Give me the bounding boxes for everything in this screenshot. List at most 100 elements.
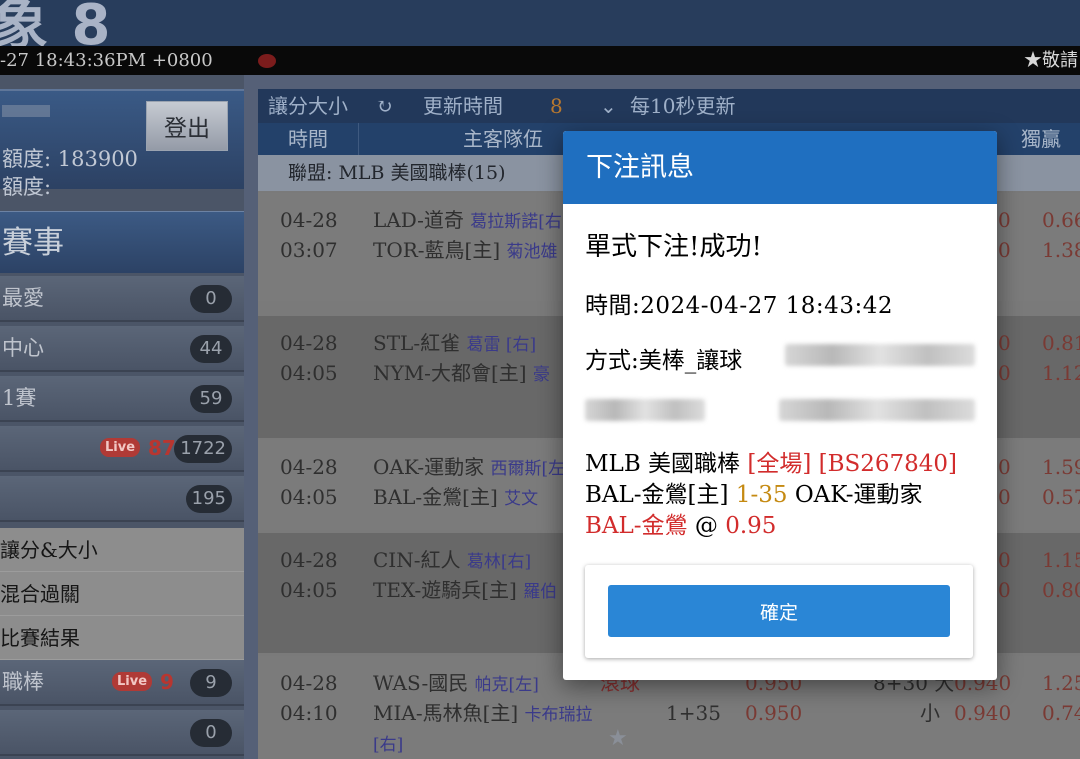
app-root: { "header": {"logo_text": "象 8"}, "timeb…: [0, 0, 1080, 759]
bet-method: 方式:美棒_讓球: [585, 348, 743, 374]
credit-line: 額度: 183900: [2, 147, 138, 171]
moneyline-odd[interactable]: 0.74: [1042, 698, 1080, 728]
count-badge: 1722: [174, 435, 232, 463]
moneyline-odd[interactable]: 0.66: [1042, 205, 1080, 235]
home-team: BAL-金鶯[主] 艾文: [373, 485, 539, 509]
detail-home: BAL-金鶯[主]: [585, 482, 729, 508]
redacted-info: [785, 344, 975, 366]
dialog-title: 下注訊息: [563, 131, 997, 204]
update-time-label: 更新時間: [423, 94, 503, 118]
bet-details: MLB 美國職棒 [全場] [BS267840] BAL-金鶯[主] 1-35 …: [585, 449, 957, 542]
home-team: MIA-馬林魚[主] 卡布瑞拉: [373, 701, 593, 725]
confirm-button[interactable]: 確定: [608, 585, 950, 637]
ou-odd[interactable]: 0: [998, 452, 1011, 482]
home-team: TOR-藍鳥[主] 菊池雄: [373, 238, 558, 262]
sidebar-item-last[interactable]: 0: [0, 710, 244, 756]
ou-odd[interactable]: 0: [998, 482, 1011, 512]
away-team: STL-紅雀 葛雷 [右]: [373, 331, 537, 355]
col-divider: [358, 123, 359, 155]
match-time: 04:05: [280, 578, 338, 602]
submenu-handicap-ou[interactable]: 讓分&大小: [0, 528, 244, 572]
submenu-parlay[interactable]: 混合過關: [0, 572, 244, 616]
count-badge: 44: [190, 335, 232, 363]
home-team: TEX-遊騎兵[主] 羅伯: [373, 578, 558, 602]
sidebar-item-favorites[interactable]: 最愛 0: [0, 276, 244, 322]
match-date: 04-28: [280, 208, 338, 232]
away-team: WAS-國民 帕克[左]: [373, 671, 539, 695]
events-title: 賽事: [0, 211, 244, 273]
time-bar: -27 18:43:36PM +0800 ★敬請: [0, 46, 1080, 75]
interval-select[interactable]: 每10秒更新: [630, 89, 735, 123]
credit-line-2: 額度:: [2, 175, 52, 199]
ou-odd[interactable]: 0: [998, 328, 1011, 358]
detail-odds: 0.95: [725, 513, 777, 539]
sidebar-item-center[interactable]: 中心 44: [0, 326, 244, 372]
detail-period: [全場]: [747, 451, 812, 477]
detail-league: MLB 美國職棒: [585, 451, 741, 477]
sidebar-item-live[interactable]: Live 87 1722: [0, 426, 244, 472]
live-badge: Live: [100, 438, 140, 457]
submenu-results[interactable]: 比賽結果: [0, 616, 244, 660]
moneyline-odd[interactable]: 1.59: [1042, 452, 1080, 482]
sidebar-item-baseball[interactable]: 職棒 Live 9 9: [0, 660, 244, 706]
marquee-notice: ★敬請: [1024, 50, 1078, 71]
moneyline-odd[interactable]: 1.25: [1042, 668, 1080, 698]
count-badge: 195: [185, 485, 232, 513]
detail-ticket: [BS267840]: [818, 451, 958, 477]
detail-line: 1-35: [735, 482, 788, 508]
moneyline-odd[interactable]: 0.81: [1042, 328, 1080, 358]
away-team: OAK-運動家 西爾斯[左]: [373, 455, 572, 479]
moneyline-odd[interactable]: 1.12: [1042, 358, 1080, 388]
ou-odd[interactable]: 0.940: [954, 698, 1011, 728]
pitcher-hand: [右]: [373, 735, 404, 755]
sidebar-item-matches[interactable]: 1賽 59: [0, 376, 244, 422]
match-date: 04-28: [280, 331, 338, 355]
match-time: 04:05: [280, 361, 338, 385]
col-moneyline: 獨贏: [1021, 127, 1061, 151]
star-icon[interactable]: ★: [608, 726, 628, 751]
update-countdown: 8: [550, 94, 563, 118]
moneyline-odd[interactable]: 0.80: [1042, 575, 1080, 605]
account-panel: 額度: 183900 額度: 登出: [0, 89, 244, 199]
sidebar-item-label: 職棒: [2, 670, 44, 694]
match-date: 04-28: [280, 548, 338, 572]
toolbar: 讓分大小 ↻ 更新時間 8 ⌄ 每10秒更新: [258, 89, 1080, 123]
sidebar: 額度: 183900 額度: 登出 賽事 最愛 0 中心 44 1賽 59 Li…: [0, 75, 244, 759]
sidebar-item-other[interactable]: 195: [0, 476, 244, 522]
moneyline-odd[interactable]: 1.38: [1042, 235, 1080, 265]
away-team: LAD-道奇 葛拉斯諾[右]: [373, 208, 569, 232]
live-count: 9: [160, 670, 174, 694]
bet-info-dialog: 下注訊息 單式下注!成功! 時間:2024-04-27 18:43:42 方式:…: [563, 131, 997, 680]
detail-away: OAK-運動家: [794, 482, 923, 508]
speaker-icon[interactable]: [258, 54, 276, 68]
ou-odd[interactable]: 0: [998, 235, 1011, 265]
moneyline-odd[interactable]: 1.15: [1042, 545, 1080, 575]
redacted-info: [585, 399, 705, 421]
ou-odd[interactable]: 0: [998, 358, 1011, 388]
ou-odd[interactable]: 0: [998, 545, 1011, 575]
home-team: NYM-大都會[主] 豪: [373, 361, 550, 385]
ou-odd[interactable]: 0: [998, 205, 1011, 235]
bet-success-message: 單式下注!成功!: [585, 232, 762, 262]
ou-odd[interactable]: 0: [998, 575, 1011, 605]
detail-pick: BAL-金鶯: [585, 513, 688, 539]
col-teams: 主客隊伍: [463, 127, 543, 151]
sidebar-item-label: 最愛: [2, 286, 44, 310]
count-badge: 0: [190, 719, 232, 747]
handicap-line: 1+35: [666, 701, 721, 725]
confirm-card: 確定: [585, 565, 973, 658]
col-time: 時間: [288, 127, 328, 151]
username-blurred: [2, 105, 50, 117]
logout-button[interactable]: 登出: [146, 101, 228, 151]
count-badge: 59: [190, 385, 232, 413]
market-selector[interactable]: 讓分大小: [268, 89, 348, 123]
handicap-odd[interactable]: 0.950: [745, 698, 802, 728]
count-badge: 0: [190, 285, 232, 313]
header-bar: 象 8: [0, 0, 1080, 58]
chevron-down-icon[interactable]: ⌄: [600, 89, 617, 123]
refresh-icon[interactable]: ↻: [376, 89, 393, 123]
match-time: 04:05: [280, 485, 338, 509]
moneyline-odd[interactable]: 0.57: [1042, 482, 1080, 512]
detail-at: @: [694, 513, 718, 539]
ou-under-label: 小: [920, 701, 940, 725]
